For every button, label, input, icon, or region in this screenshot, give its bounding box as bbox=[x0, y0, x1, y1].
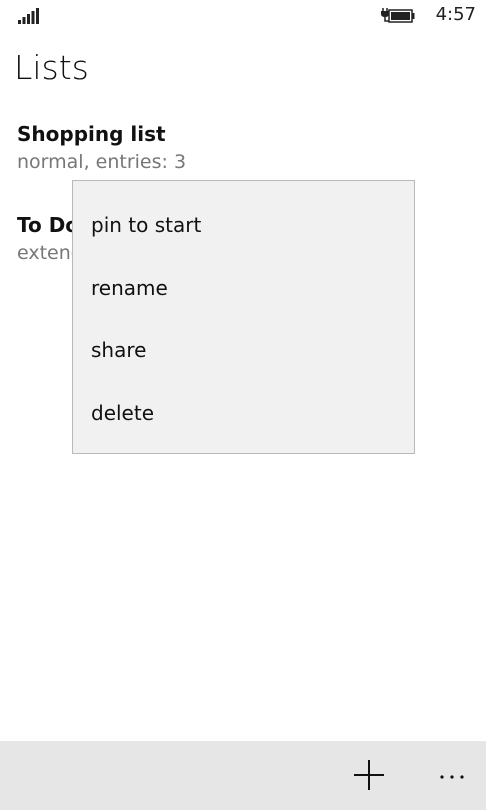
status-bar: 4:57 bbox=[0, 0, 486, 32]
ellipsis-icon bbox=[440, 775, 464, 779]
add-button[interactable] bbox=[349, 755, 389, 795]
menu-item-delete[interactable]: delete bbox=[91, 393, 391, 433]
plus-icon bbox=[354, 760, 384, 790]
status-time: 4:57 bbox=[435, 4, 476, 25]
list-item-title: Shopping list bbox=[17, 122, 166, 146]
app-bar bbox=[0, 741, 486, 810]
screen: 4:57 Lists Shopping list normal, entries… bbox=[0, 0, 486, 810]
signal-strength-icon bbox=[18, 8, 39, 24]
more-button[interactable] bbox=[432, 755, 472, 795]
menu-item-rename[interactable]: rename bbox=[91, 268, 391, 308]
battery-charging-icon bbox=[381, 8, 415, 23]
list-item-shopping-list[interactable]: Shopping list normal, entries: 3 bbox=[17, 120, 457, 176]
page-title: Lists bbox=[14, 48, 89, 87]
context-menu: pin to start rename share delete bbox=[72, 180, 415, 454]
menu-item-pin-to-start[interactable]: pin to start bbox=[91, 205, 391, 245]
menu-item-share[interactable]: share bbox=[91, 330, 391, 370]
list-item-subtitle: normal, entries: 3 bbox=[17, 151, 187, 173]
